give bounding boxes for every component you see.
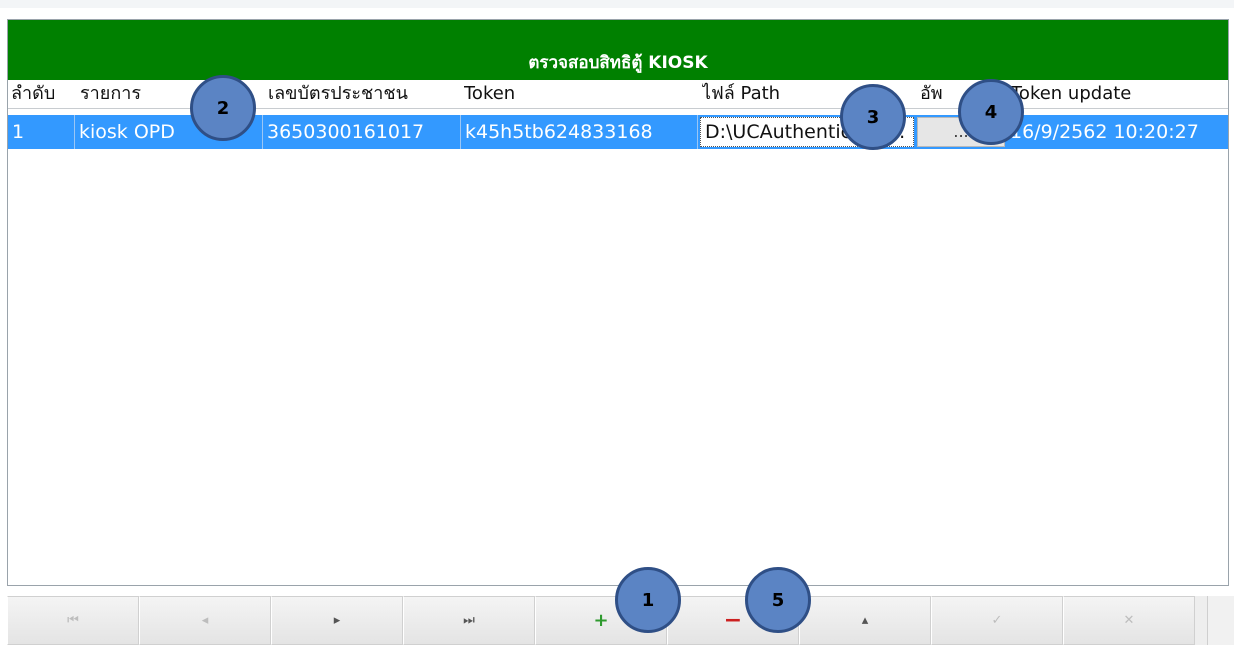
top-strip <box>0 0 1234 8</box>
nav-cancel-button[interactable]: ✕ <box>1063 596 1195 645</box>
nav-next-button[interactable]: ▸ <box>271 596 403 645</box>
navigator-tail <box>1207 596 1234 645</box>
callout-3: 3 <box>840 84 906 150</box>
column-header-citizen-id[interactable]: เลขบัตรประชาชน <box>268 80 458 108</box>
callout-2: 2 <box>190 75 256 141</box>
nav-first-button[interactable]: ⏮ <box>7 596 139 645</box>
column-header-seq[interactable]: ลำดับ <box>11 80 73 108</box>
nav-prior-button[interactable]: ◂ <box>139 596 271 645</box>
cell-citizen-id[interactable]: 3650300161017 <box>263 115 461 149</box>
grid-title-text: ตรวจสอบสิทธิตู้ KIOSK <box>528 53 708 73</box>
cancel-x-icon: ✕ <box>1123 613 1135 628</box>
table-row[interactable]: 1 kiosk OPD 3650300161017 k45h5tb6248331… <box>8 115 1228 149</box>
db-navigator: ⏮ ◂ ▸ ⏭ + − ▴ ✓ ✕ <box>7 596 1207 645</box>
cell-token[interactable]: k45h5tb624833168 <box>461 115 698 149</box>
column-header-token-update[interactable]: Token update <box>1011 80 1226 108</box>
prior-record-icon: ◂ <box>201 613 209 628</box>
nav-last-button[interactable]: ⏭ <box>403 596 535 645</box>
callout-4: 4 <box>958 79 1024 145</box>
plus-icon: + <box>593 610 609 631</box>
callout-5: 5 <box>745 567 811 633</box>
minus-icon: − <box>723 607 743 633</box>
nav-edit-button[interactable]: ▴ <box>799 596 931 645</box>
edit-record-icon: ▴ <box>861 613 869 628</box>
nav-post-button[interactable]: ✓ <box>931 596 1063 645</box>
next-record-icon: ▸ <box>333 613 341 628</box>
grid-title: ตรวจสอบสิทธิตู้ KIOSK <box>8 20 1228 80</box>
last-record-icon: ⏭ <box>463 613 475 628</box>
kiosk-rights-window: ตรวจสอบสิทธิตู้ KIOSK ลำดับ รายการ เลขบั… <box>0 0 1234 645</box>
column-header-token[interactable]: Token <box>464 80 694 108</box>
first-record-icon: ⏮ <box>67 613 79 628</box>
cell-seq[interactable]: 1 <box>8 115 75 149</box>
check-icon: ✓ <box>991 613 1003 628</box>
callout-1: 1 <box>615 567 681 633</box>
cell-token-update[interactable]: 16/9/2562 10:20:27 <box>1006 115 1228 149</box>
